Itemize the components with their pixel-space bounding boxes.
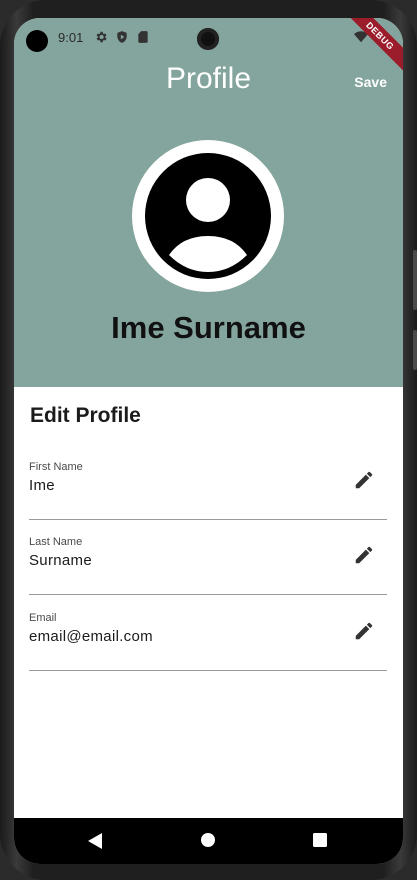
sd-card-icon (138, 31, 148, 43)
phone-frame: 9:01 DEBUG Profile Save Ime Surname Edit… (0, 0, 417, 880)
profile-name: Ime Surname (111, 310, 306, 345)
profile-header: 9:01 DEBUG Profile Save Ime Surname (14, 18, 403, 387)
account-circle-icon[interactable] (132, 140, 284, 292)
status-time: 9:01 (58, 30, 84, 45)
last-name-label: Last Name (29, 536, 83, 548)
home-icon[interactable] (201, 833, 215, 847)
edit-pencil-icon[interactable] (353, 620, 375, 642)
recents-icon[interactable] (313, 833, 327, 847)
edit-pencil-icon[interactable] (353, 544, 375, 566)
shield-icon (117, 31, 127, 43)
back-icon[interactable] (88, 833, 102, 849)
power-button (413, 330, 417, 370)
status-bar: 9:01 DEBUG (14, 18, 403, 74)
section-title: Edit Profile (30, 404, 141, 427)
volume-button (413, 250, 417, 310)
first-name-value[interactable]: Ime (29, 477, 55, 494)
settings-icon (96, 31, 107, 43)
edit-pencil-icon[interactable] (353, 469, 375, 491)
app-screen: 9:01 DEBUG Profile Save Ime Surname Edit… (14, 18, 403, 864)
email-field[interactable]: Email email@email.com (29, 612, 387, 671)
system-nav-bar (14, 818, 403, 864)
email-label: Email (29, 612, 57, 624)
front-camera (197, 28, 219, 50)
first-name-field[interactable]: First Name Ime (29, 461, 387, 520)
last-name-field[interactable]: Last Name Surname (29, 536, 387, 595)
page-title: Profile (165, 62, 252, 95)
save-button[interactable]: Save (354, 74, 387, 90)
last-name-value[interactable]: Surname (29, 552, 92, 569)
first-name-label: First Name (29, 461, 83, 473)
camera-cutout (26, 30, 48, 52)
email-value[interactable]: email@email.com (29, 628, 153, 645)
